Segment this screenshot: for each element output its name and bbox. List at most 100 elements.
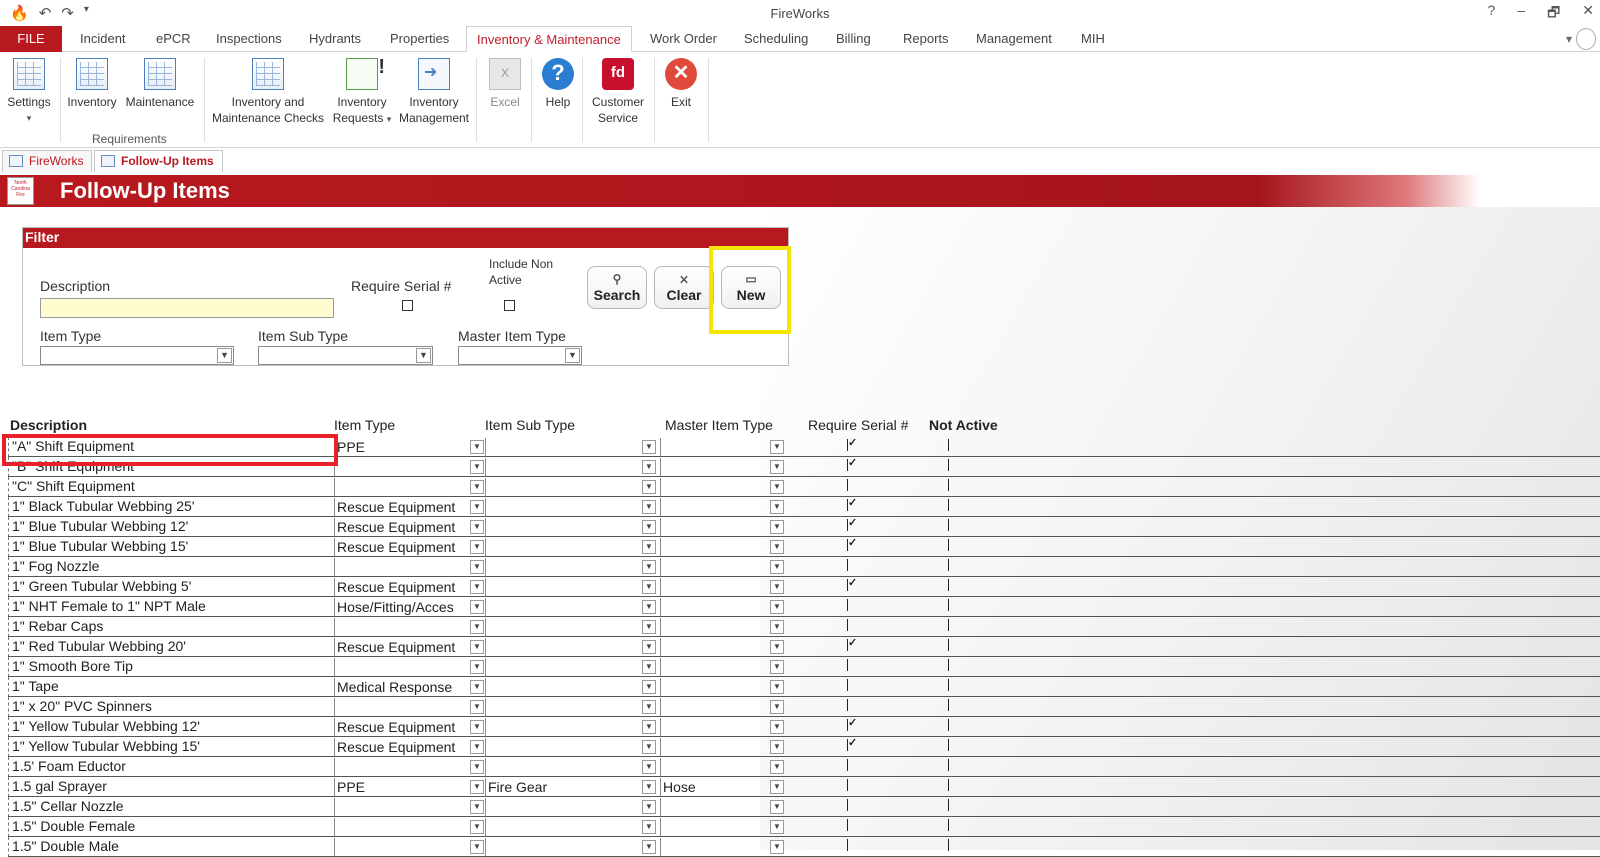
require-serial-checkbox[interactable] — [847, 799, 857, 811]
minimize-button[interactable]: – — [1517, 2, 1525, 26]
chevron-down-icon[interactable]: ▼ — [770, 580, 784, 594]
chevron-down-icon[interactable]: ▼ — [770, 760, 784, 774]
chevron-down-icon[interactable]: ▼ — [470, 580, 484, 594]
not-active-checkbox[interactable] — [948, 519, 958, 531]
chevron-down-icon[interactable]: ▼ — [470, 680, 484, 694]
item-type-cell[interactable]: ▼ — [334, 658, 484, 677]
chevron-down-icon[interactable]: ▼ — [642, 720, 656, 734]
item-sub-type-cell[interactable]: ▼ — [485, 818, 656, 837]
item-type-cell[interactable]: ▼ — [334, 798, 484, 817]
chevron-down-icon[interactable]: ▼ — [770, 720, 784, 734]
not-active-checkbox[interactable] — [948, 779, 958, 791]
chevron-down-icon[interactable]: ▼ — [770, 660, 784, 674]
master-item-type-cell[interactable]: ▼ — [660, 678, 784, 697]
not-active-checkbox[interactable] — [948, 599, 958, 611]
item-sub-type-cell[interactable]: Fire Gear ▼ — [485, 778, 656, 797]
chevron-down-icon[interactable]: ▼ — [470, 800, 484, 814]
chevron-down-icon[interactable]: ▼ — [470, 500, 484, 514]
not-active-checkbox[interactable] — [948, 439, 958, 451]
restore-button[interactable]: 🗗 — [1547, 2, 1560, 26]
close-button[interactable]: ✕ — [1582, 2, 1594, 26]
inventory-requests-button[interactable]: Inventory Requests ▾ — [330, 58, 394, 127]
description-cell[interactable]: 1.5" Double Female — [8, 817, 334, 837]
chevron-down-icon[interactable]: ▼ — [470, 660, 484, 674]
chevron-down-icon[interactable]: ▼ — [642, 500, 656, 514]
master-item-type-cell[interactable]: ▼ — [660, 638, 784, 657]
master-item-type-cell[interactable]: ▼ — [660, 558, 784, 577]
chevron-down-icon[interactable]: ▼ — [770, 680, 784, 694]
require-serial-checkbox[interactable] — [847, 839, 857, 851]
chevron-down-icon[interactable]: ▼ — [642, 440, 656, 454]
require-serial-checkbox[interactable] — [847, 518, 857, 531]
not-active-checkbox[interactable] — [948, 799, 958, 811]
item-sub-type-cell[interactable]: ▼ — [485, 798, 656, 817]
include-non-active-checkbox[interactable] — [504, 300, 515, 311]
chevron-down-icon[interactable]: ▼ — [642, 620, 656, 634]
help-ribbon-button[interactable]: ? Help — [538, 58, 578, 110]
exit-button[interactable]: ✕ Exit — [660, 58, 702, 110]
item-sub-type-cell[interactable]: ▼ — [485, 598, 656, 617]
table-row[interactable]: 1" Yellow Tubular Webbing 12' Rescue Equi… — [0, 717, 1600, 737]
chevron-down-icon[interactable]: ▼ — [470, 600, 484, 614]
description-cell[interactable]: 1" NHT Female to 1" NPT Male — [8, 597, 334, 617]
tab-mih[interactable]: MIH — [1071, 26, 1115, 52]
tab-billing[interactable]: Billing — [826, 26, 881, 52]
not-active-checkbox[interactable] — [948, 499, 958, 511]
chevron-down-icon[interactable]: ▼ — [470, 540, 484, 554]
item-sub-type-cell[interactable]: ▼ — [485, 698, 656, 717]
master-item-type-cell[interactable]: ▼ — [660, 478, 784, 497]
master-item-type-cell[interactable]: ▼ — [660, 578, 784, 597]
chevron-down-icon[interactable]: ▼ — [770, 840, 784, 854]
chevron-down-icon[interactable]: ▼ — [642, 580, 656, 594]
chevron-down-icon[interactable]: ▼ — [470, 460, 484, 474]
chevron-down-icon[interactable]: ▼ — [770, 560, 784, 574]
chevron-down-icon[interactable]: ▼ — [565, 348, 580, 363]
chevron-down-icon[interactable]: ▼ — [470, 820, 484, 834]
chevron-down-icon[interactable]: ▼ — [642, 520, 656, 534]
master-item-type-cell[interactable]: ▼ — [660, 718, 784, 737]
description-cell[interactable]: "C" Shift Equipment — [8, 477, 334, 497]
not-active-checkbox[interactable] — [948, 579, 958, 591]
doc-tab-fireworks[interactable]: FireWorks — [2, 150, 93, 172]
chevron-down-icon[interactable]: ▼ — [642, 760, 656, 774]
customer-service-button[interactable]: fd Customer Service — [586, 58, 650, 126]
not-active-checkbox[interactable] — [948, 699, 958, 711]
chevron-down-icon[interactable]: ▼ — [470, 760, 484, 774]
not-active-checkbox[interactable] — [948, 719, 958, 731]
item-type-select[interactable]: ▼ — [40, 346, 234, 365]
chevron-down-icon[interactable]: ▼ — [770, 600, 784, 614]
chevron-down-icon[interactable]: ▼ — [470, 780, 484, 794]
chevron-down-icon[interactable]: ▼ — [770, 740, 784, 754]
require-serial-checkbox[interactable] — [847, 619, 857, 631]
description-cell[interactable]: 1" Yellow Tubular Webbing 15' — [8, 737, 334, 757]
tab-scheduling[interactable]: Scheduling — [734, 26, 818, 52]
item-sub-type-cell[interactable]: ▼ — [485, 458, 656, 477]
tab-incident[interactable]: Incident — [70, 26, 136, 52]
not-active-checkbox[interactable] — [948, 639, 958, 651]
item-sub-type-cell[interactable]: ▼ — [485, 478, 656, 497]
help-button[interactable]: ? — [1488, 2, 1496, 26]
item-type-cell[interactable]: ▼ — [334, 458, 484, 477]
require-serial-checkbox[interactable] — [847, 578, 857, 591]
table-row[interactable]: 1" Tape Medical Response ▼ ▼ ▼ — [0, 677, 1600, 697]
master-item-type-cell[interactable]: ▼ — [660, 618, 784, 637]
item-type-cell[interactable]: Medical Response ▼ — [334, 678, 484, 697]
master-item-type-cell[interactable]: ▼ — [660, 598, 784, 617]
chevron-down-icon[interactable]: ▼ — [642, 540, 656, 554]
table-row[interactable]: 1" x 20" PVC Spinners ▼ ▼ ▼ — [0, 697, 1600, 717]
not-active-checkbox[interactable] — [948, 539, 958, 551]
chevron-down-icon[interactable]: ▼ — [470, 740, 484, 754]
description-cell[interactable]: 1.5 gal Sprayer — [8, 777, 334, 797]
require-serial-checkbox[interactable] — [847, 559, 857, 571]
description-cell[interactable]: 1" Red Tubular Webbing 20' — [8, 637, 334, 657]
master-item-type-cell[interactable]: ▼ — [660, 798, 784, 817]
table-row[interactable]: 1" Black Tubular Webbing 25' Rescue Equip… — [0, 497, 1600, 517]
not-active-checkbox[interactable] — [948, 619, 958, 631]
description-cell[interactable]: 1" Rebar Caps — [8, 617, 334, 637]
clear-button[interactable]: ⨯ Clear — [654, 266, 714, 309]
require-serial-checkbox[interactable] — [847, 819, 857, 831]
not-active-checkbox[interactable] — [948, 679, 958, 691]
not-active-checkbox[interactable] — [948, 839, 958, 851]
require-serial-checkbox[interactable] — [847, 679, 857, 691]
inventory-management-button[interactable]: Inventory Management — [396, 58, 472, 126]
